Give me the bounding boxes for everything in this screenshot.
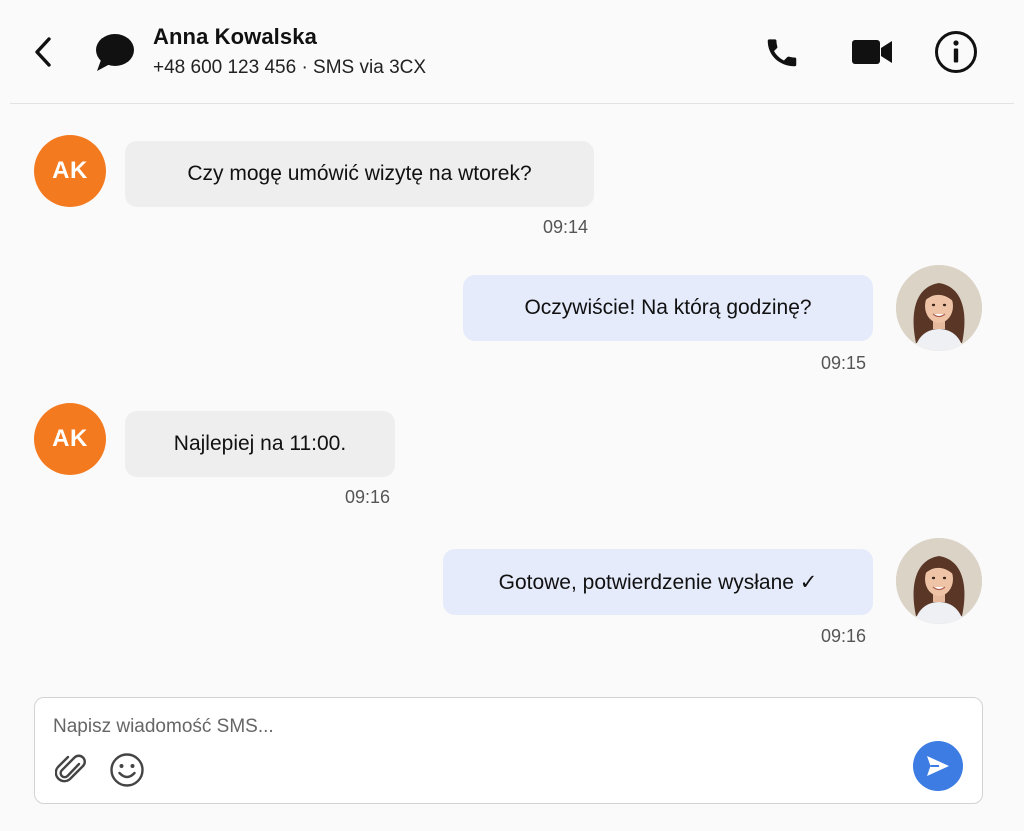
paperclip-icon (54, 754, 86, 783)
sms-message-input[interactable] (53, 712, 913, 742)
message-composer (34, 697, 983, 804)
chat-bubble-icon (96, 34, 134, 71)
message-bubble-incoming: Czy mogę umówić wizytę na wtorek? (125, 141, 594, 207)
contact-subtitle: +48 600 123 456 · SMS via 3CX (153, 57, 427, 78)
video-camera-icon (852, 40, 892, 64)
user-photo-icon (896, 538, 982, 624)
contact-avatar: AK (34, 403, 106, 475)
message-bubble-incoming: Najlepiej na 11:00. (125, 411, 395, 477)
message-timestamp: 09:14 (543, 217, 589, 237)
attach-file-button[interactable] (54, 752, 87, 788)
sms-chat-window: Anna Kowalska +48 600 123 456 · SMS via … (0, 0, 1024, 831)
message-timestamp: 09:15 (821, 353, 867, 373)
emoji-icon (110, 753, 144, 787)
phone-icon (767, 39, 797, 67)
info-icon (935, 31, 977, 73)
contact-name: Anna Kowalska (153, 24, 317, 49)
emoji-picker-button[interactable] (109, 752, 145, 788)
message-bubble-outgoing: Oczywiście! Na którą godzinę? (463, 275, 873, 341)
user-avatar (896, 538, 982, 624)
back-button[interactable] (28, 34, 58, 70)
chat-header: Anna Kowalska +48 600 123 456 · SMS via … (0, 0, 1024, 104)
message-bubble-outgoing: Gotowe, potwierdzenie wysłane ✓ (443, 549, 873, 615)
contact-info-button[interactable] (934, 30, 978, 74)
contact-avatar: AK (34, 135, 106, 207)
send-icon (927, 756, 949, 776)
video-call-button[interactable] (850, 30, 894, 74)
message-timestamp: 09:16 (345, 487, 391, 507)
header-divider (10, 103, 1014, 104)
back-arrow-icon (35, 37, 51, 67)
user-avatar (896, 265, 982, 351)
call-button[interactable] (760, 30, 804, 74)
send-button[interactable] (913, 741, 963, 791)
user-photo-icon (896, 265, 982, 351)
message-timestamp: 09:16 (821, 626, 867, 646)
